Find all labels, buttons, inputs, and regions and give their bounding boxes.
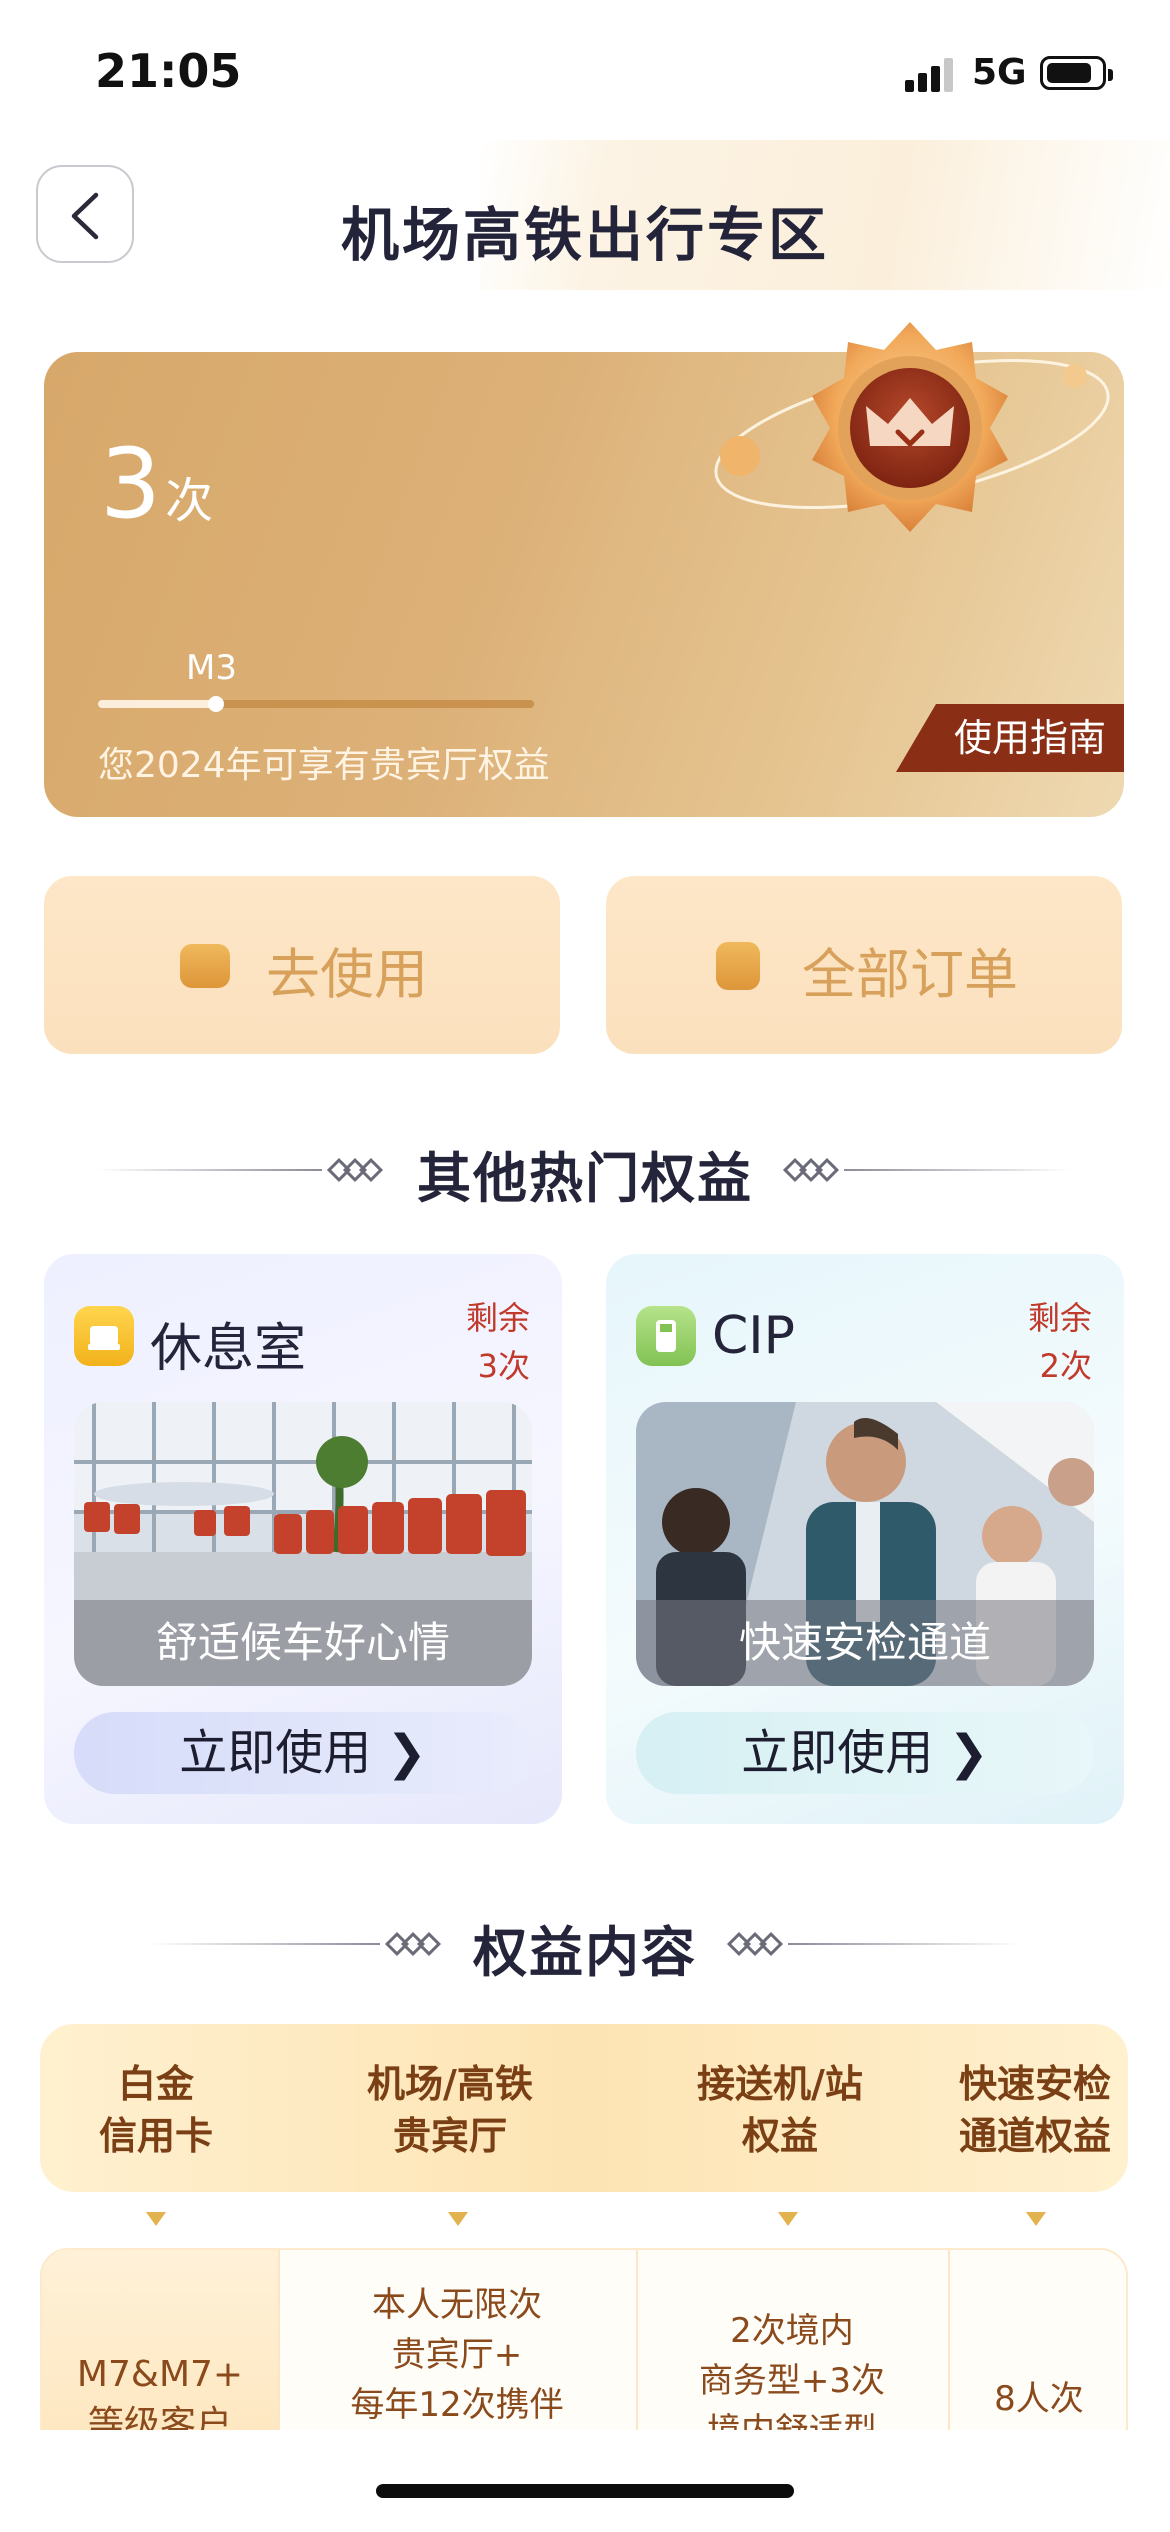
all-orders-button[interactable]: 全部订单 [606, 876, 1122, 1054]
lounge-icon [74, 1306, 134, 1366]
page-title: 机场高铁出行专区 [340, 201, 829, 269]
benefit-caption: 舒适候车好心情 [74, 1600, 532, 1686]
level-progress-fill [98, 700, 216, 708]
battery-icon [1040, 56, 1113, 90]
remaining-label: 剩余 [465, 1299, 530, 1337]
triangle-down-icon [146, 2212, 166, 2226]
section-divider-right [844, 1169, 1072, 1171]
remaining-value: 3次 [477, 1347, 530, 1385]
benefit-name: 休息室 [150, 1319, 307, 1379]
header-transfer: 接送机/站 权益 [660, 2058, 900, 2162]
level-progress-marker [207, 696, 224, 712]
triangle-down-icon [1026, 2212, 1046, 2226]
header-lounge: 机场/高铁 贵宾厅 [330, 2058, 570, 2162]
header-security: 快速安检 通道权益 [950, 2058, 1120, 2162]
home-indicator[interactable] [376, 2484, 794, 2498]
cell-line: M7&M7+ [76, 2354, 244, 2395]
benefit-table-header: 白金 信用卡 机场/高铁 贵宾厅 接送机/站 权益 快速安检 通道权益 [40, 2024, 1128, 2192]
cip-photo: 快速安检通道 [636, 1402, 1094, 1686]
header-line: 权益 [741, 2114, 818, 2158]
cell-line: 贵宾厅+ [391, 2335, 523, 2375]
benefit-card-lounge[interactable]: 休息室 剩余 3次 舒适候车好心情 立即使用 ❯ [44, 1254, 562, 1824]
benefit-name: CIP [712, 1306, 796, 1366]
diamond-ornament-icon [726, 1931, 784, 1957]
count-unit: 次 [165, 473, 214, 529]
section-title-popular: 其他热门权益 [417, 1147, 753, 1210]
triangle-down-icon [448, 2212, 468, 2226]
all-orders-label: 全部订单 [802, 943, 1018, 1006]
benefit-card-cip[interactable]: CIP 剩余 2次 快速安检通道 立即使用 ❯ [606, 1254, 1124, 1824]
remaining-badge: 剩余 2次 [1028, 1294, 1092, 1390]
security-cell: 8人次 [994, 2379, 1084, 2419]
remaining-badge: 剩余 3次 [466, 1294, 530, 1390]
lounge-photo: 舒适候车好心情 [74, 1402, 532, 1686]
header-line: 快速安检 [958, 2062, 1111, 2106]
header-line: 接送机/站 [697, 2062, 863, 2106]
go-use-button[interactable]: 去使用 [44, 876, 560, 1054]
order-icon [716, 942, 760, 990]
lounge-cell: 本人无限次 贵宾厅+ 每年12次携伴 [278, 2280, 636, 2430]
section-title-content: 权益内容 [473, 1921, 697, 1984]
header-line: 白金 [117, 2062, 194, 2106]
ticket-icon [180, 944, 230, 988]
level-progress-bar [98, 696, 534, 712]
use-now-button[interactable]: 立即使用 ❯ [636, 1712, 1094, 1794]
header-line: 机场/高铁 [367, 2062, 533, 2106]
signal-icon [905, 58, 955, 92]
cell-line: 2次境内 [730, 2311, 854, 2351]
benefit-description: 您2024年可享有贵宾厅权益 [98, 745, 550, 786]
header-card-type: 白金 信用卡 [76, 2058, 236, 2162]
cip-icon [636, 1306, 696, 1366]
cell-line: 本人无限次 [372, 2285, 542, 2325]
usage-guide-button[interactable]: 使用指南 [896, 704, 1124, 772]
cell-line: 商务型+3次 [698, 2361, 886, 2401]
go-use-label: 去使用 [266, 943, 428, 1006]
benefit-caption: 快速安检通道 [636, 1600, 1094, 1686]
cell-line: 每年12次携伴 [350, 2385, 564, 2425]
status-time: 21:05 [95, 44, 242, 98]
triangle-down-icon [778, 2212, 798, 2226]
use-now-button[interactable]: 立即使用 ❯ [74, 1712, 532, 1794]
level-label: M3 [186, 648, 237, 688]
remaining-value: 2次 [1039, 1347, 1092, 1385]
crown-medal-icon [714, 322, 1110, 532]
header-line: 贵宾厅 [392, 2114, 507, 2158]
network-type: 5G [972, 52, 1027, 93]
section-divider-right [788, 1943, 1020, 1945]
bottom-safe-area [0, 2430, 1170, 2532]
header-line: 通道权益 [958, 2114, 1111, 2158]
diamond-ornament-icon [782, 1157, 840, 1183]
remaining-count: 3次 [100, 428, 213, 540]
status-bar: 21:05 5G [0, 0, 1170, 140]
header-line: 信用卡 [98, 2114, 213, 2158]
remaining-label: 剩余 [1027, 1299, 1092, 1337]
count-number: 3 [100, 428, 162, 540]
